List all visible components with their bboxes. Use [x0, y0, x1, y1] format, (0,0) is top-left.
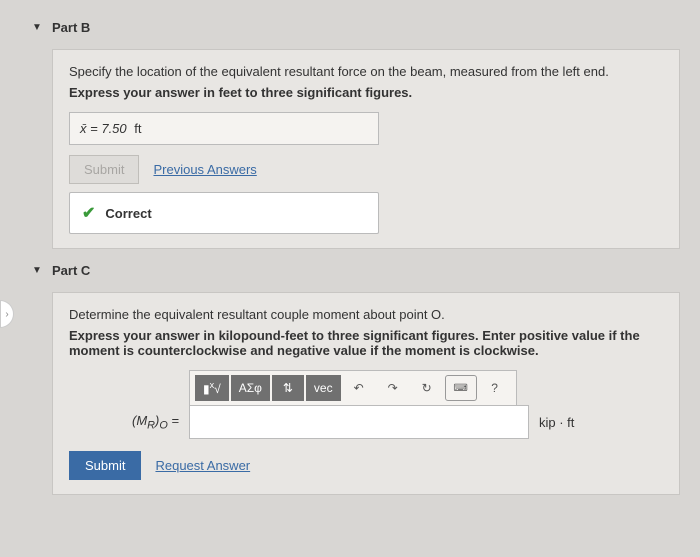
subscript-button[interactable]: ⇅ — [272, 375, 304, 401]
collapse-caret-icon[interactable]: ▼ — [32, 22, 42, 33]
formula-input[interactable] — [189, 405, 529, 439]
unit-label: kip · ft — [539, 415, 574, 430]
answer-variable: x̄ = — [80, 121, 98, 136]
submit-button[interactable]: Submit — [69, 451, 141, 480]
help-button[interactable]: ? — [479, 375, 511, 401]
undo-button[interactable]: ↶ — [343, 375, 375, 401]
reset-button[interactable]: ↻ — [411, 375, 443, 401]
greek-button[interactable]: ΑΣφ — [231, 375, 270, 401]
template-button[interactable]: ▮x√ — [195, 375, 229, 401]
part-b-instruction: Specify the location of the equivalent r… — [69, 64, 663, 79]
part-c-express-hint: Express your answer in kilopound-feet to… — [69, 328, 663, 358]
collapse-caret-icon[interactable]: ▼ — [32, 265, 42, 276]
sqrt-icon: ▮x√ — [203, 380, 221, 396]
part-c-title: Part C — [52, 263, 90, 278]
check-icon: ✔ — [82, 203, 95, 223]
correct-feedback: ✔ Correct — [69, 192, 379, 234]
part-c-panel: Determine the equivalent resultant coupl… — [52, 292, 680, 495]
keyboard-button[interactable]: ⌨ — [445, 375, 477, 401]
correct-label: Correct — [105, 206, 151, 221]
answer-unit: ft — [134, 121, 141, 136]
part-b-title: Part B — [52, 20, 90, 35]
part-b-express-hint: Express your answer in feet to three sig… — [69, 85, 663, 100]
part-b-answer-display: x̄ = 7.50 ft — [69, 112, 379, 145]
redo-button[interactable]: ↷ — [377, 375, 409, 401]
answer-value: 7.50 — [101, 121, 126, 136]
previous-answers-link[interactable]: Previous Answers — [153, 162, 256, 177]
vector-button[interactable]: vec — [306, 375, 341, 401]
formula-label: (MR)O = — [69, 413, 179, 432]
part-c-header[interactable]: ▼ Part C — [52, 263, 680, 278]
chevron-right-icon: › — [5, 309, 8, 320]
equation-toolbar: ▮x√ ΑΣφ ⇅ vec ↶ ↷ ↻ ⌨ ? — [189, 370, 517, 405]
request-answer-link[interactable]: Request Answer — [155, 458, 250, 473]
part-b-panel: Specify the location of the equivalent r… — [52, 49, 680, 249]
submit-button-disabled: Submit — [69, 155, 139, 184]
part-b-header[interactable]: ▼ Part B — [52, 20, 680, 35]
part-c-instruction: Determine the equivalent resultant coupl… — [69, 307, 663, 322]
